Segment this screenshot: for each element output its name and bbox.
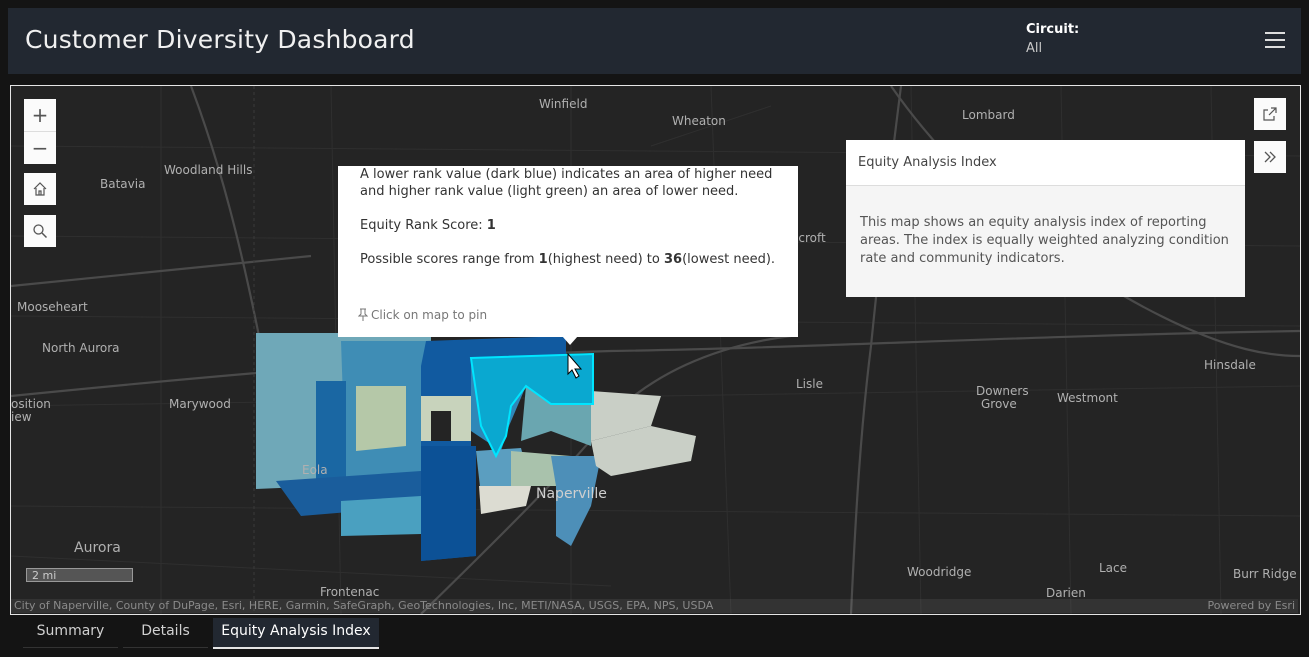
map-label-lisle: Lisle xyxy=(796,377,823,391)
map-label-hinsdale: Hinsdale xyxy=(1204,358,1256,372)
powered-by-esri[interactable]: Powered by Esri xyxy=(1207,599,1295,613)
collapse-panel-button[interactable] xyxy=(1254,141,1286,173)
range-low: 1 xyxy=(538,252,548,267)
map-label-north-aurora: North Aurora xyxy=(42,341,120,355)
tab-details[interactable]: Details xyxy=(123,618,208,648)
app-header: Customer Diversity Dashboard Circuit: Al… xyxy=(8,8,1301,74)
popup-pointer xyxy=(562,336,578,345)
search-icon xyxy=(33,224,48,239)
pin-label: Click on map to pin xyxy=(371,308,488,322)
popup-range: Possible scores range from 1(highest nee… xyxy=(360,251,780,268)
map-label-eola: Eola xyxy=(302,463,328,477)
search-button[interactable] xyxy=(24,215,56,247)
map-label-winfield: Winfield xyxy=(539,97,587,111)
tab-equity-analysis-index[interactable]: Equity Analysis Index xyxy=(213,618,379,649)
map-label-marywood: Marywood xyxy=(169,397,231,411)
map-attribution[interactable]: City of Naperville, County of DuPage, Es… xyxy=(11,599,1298,613)
map-label-aurora: Aurora xyxy=(74,540,121,556)
zoom-in-button[interactable]: + xyxy=(24,99,56,131)
map-label-darien: Darien xyxy=(1046,586,1086,600)
map-label-lombard: Lombard xyxy=(962,108,1015,122)
circuit-selector[interactable]: Circuit: All xyxy=(1026,22,1079,56)
share-button[interactable] xyxy=(1254,98,1286,130)
home-icon xyxy=(33,182,47,196)
map-label-frontenac: Frontenac xyxy=(320,585,379,599)
legend-panel: Equity Analysis Index This map shows an … xyxy=(846,140,1245,297)
map-label-woodridge: Woodridge xyxy=(907,565,971,579)
pin-popup-link[interactable]: Click on map to pin xyxy=(357,307,488,324)
legend-title: Equity Analysis Index xyxy=(846,140,1245,186)
score-label: Equity Rank Score: xyxy=(360,218,487,233)
map-label-naperville: Naperville xyxy=(536,486,607,502)
map-label-batavia: Batavia xyxy=(100,177,145,191)
map-view[interactable]: Winfield Wheaton Lombard Woodland Hills … xyxy=(10,85,1301,615)
map-label-mooseheart: Mooseheart xyxy=(17,300,88,314)
score-value: 1 xyxy=(486,218,496,233)
pushpin-icon xyxy=(357,308,369,321)
popup-description: A lower rank value (dark blue) indicates… xyxy=(360,167,773,199)
feature-popup: A lower rank value (dark blue) indicates… xyxy=(338,166,798,337)
range-mid: (highest need) to xyxy=(547,252,664,267)
range-suffix: (lowest need). xyxy=(682,252,776,267)
map-label-lace: Lace xyxy=(1099,561,1127,575)
tab-summary[interactable]: Summary xyxy=(23,618,118,648)
zoom-out-button[interactable]: − xyxy=(24,132,56,164)
legend-description: This map shows an equity analysis index … xyxy=(860,215,1229,266)
map-label-westmont: Westmont xyxy=(1057,391,1118,405)
hamburger-menu-icon[interactable] xyxy=(1265,32,1285,50)
share-icon xyxy=(1263,107,1277,121)
attribution-text[interactable]: City of Naperville, County of DuPage, Es… xyxy=(14,599,713,613)
range-high: 36 xyxy=(663,252,683,267)
popup-score: Equity Rank Score: 1 xyxy=(360,217,780,234)
circuit-value[interactable]: All xyxy=(1026,41,1079,56)
home-button[interactable] xyxy=(24,173,56,205)
double-chevron-right-icon xyxy=(1264,151,1276,163)
map-label-burr-ridge: Burr Ridge xyxy=(1233,567,1297,581)
page-title: Customer Diversity Dashboard xyxy=(25,25,415,54)
circuit-label: Circuit: xyxy=(1026,22,1080,37)
map-label-wheaton: Wheaton xyxy=(672,114,726,128)
range-prefix: Possible scores range from xyxy=(360,252,539,267)
scale-bar: 2 mi xyxy=(26,568,133,582)
map-label-woodland-hills: Woodland Hills xyxy=(164,163,252,177)
